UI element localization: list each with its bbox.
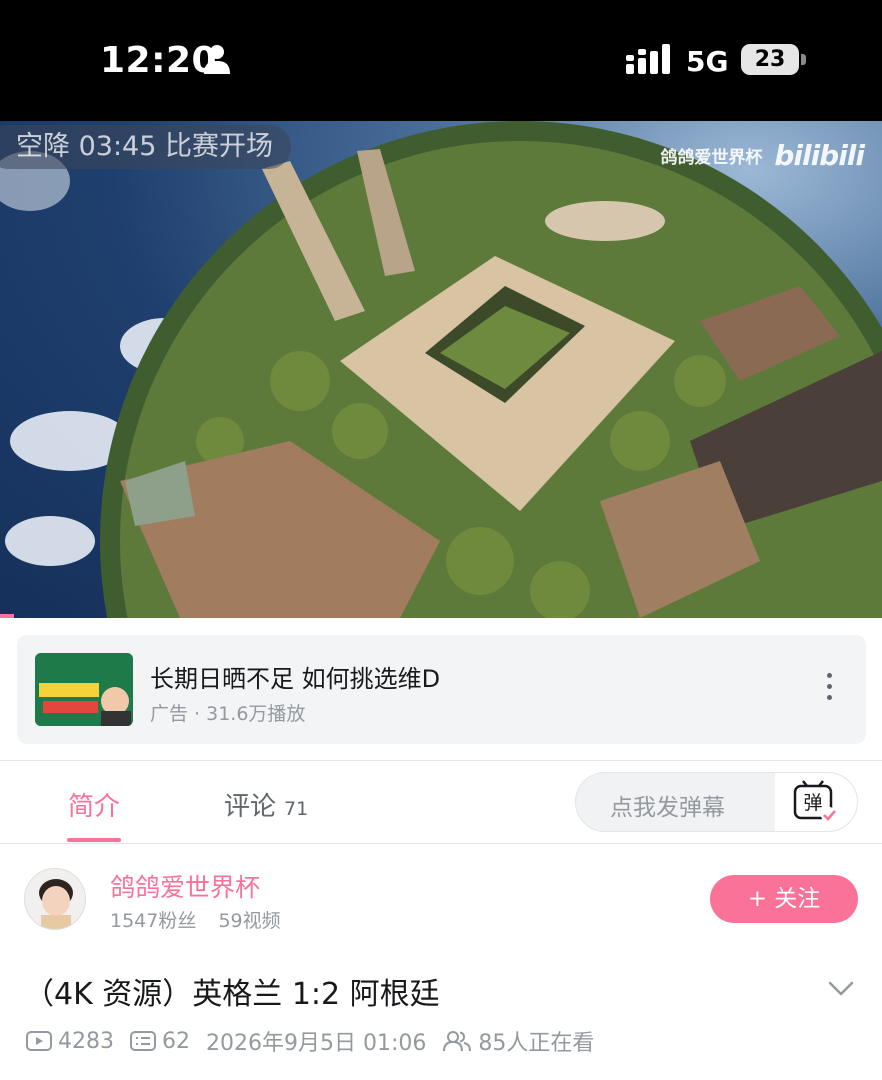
tab-comments[interactable]: 评论 71	[224, 786, 308, 823]
divider	[0, 760, 882, 761]
publish-date: 2026年9月5日 01:06	[206, 1031, 427, 1056]
danmaku-icon: 弹	[793, 780, 837, 823]
chevron-down-icon[interactable]	[828, 980, 854, 998]
ad-title: 长期日晒不足 如何挑选维D	[150, 665, 441, 693]
ad-thumbnail	[35, 653, 133, 726]
battery-icon: 23	[741, 44, 799, 75]
video-meta: 4283 62 2026年9月5日 01:06 85人正在看	[26, 1026, 594, 1056]
watching-people-icon	[443, 1031, 472, 1052]
jump-to-time-banner[interactable]: 空降 03:45 比赛开场	[0, 125, 291, 169]
danmaku-count: 62	[162, 1028, 190, 1054]
tab-intro[interactable]: 简介	[68, 786, 120, 823]
progress-bar[interactable]	[0, 614, 14, 618]
danmaku-count-icon	[130, 1031, 156, 1051]
uploader-name[interactable]: 鸽鸽爱世界杯	[110, 868, 260, 904]
tab-comments-label: 评论	[224, 792, 277, 822]
network-label: 5G	[686, 45, 729, 78]
follow-button[interactable]: + 关注	[710, 875, 858, 923]
watermark: 鸽鸽爱世界杯 bilibili	[660, 139, 865, 172]
status-time: 12:20	[100, 40, 218, 81]
ad-card[interactable]: 长期日晒不足 如何挑选维D 广告 · 31.6万播放	[17, 635, 866, 744]
active-tab-indicator	[67, 838, 121, 842]
view-count: 4283	[58, 1028, 114, 1054]
comment-count: 71	[284, 798, 309, 820]
video-title: （4K 资源）英格兰 1:2 阿根廷	[24, 977, 440, 1012]
uploader-stats: 1547粉丝 59视频	[110, 906, 281, 933]
more-options-icon[interactable]	[823, 673, 835, 705]
danmaku-placeholder: 点我发弹幕	[610, 795, 725, 821]
watching-count: 85人正在看	[478, 1031, 595, 1056]
divider	[0, 843, 882, 844]
video-count: 59视频	[218, 910, 281, 932]
video-player[interactable]: 空降 03:45 比赛开场 鸽鸽爱世界杯 bilibili	[0, 121, 882, 618]
jump-to-time-label: 空降 03:45 比赛开场	[16, 131, 273, 162]
video-frame-illustration	[0, 121, 882, 618]
svg-text:弹: 弹	[803, 792, 822, 814]
bilibili-logo: bilibili	[774, 139, 865, 172]
watermark-name: 鸽鸽爱世界杯	[660, 148, 763, 168]
uploader-avatar[interactable]	[24, 868, 86, 930]
battery-cap	[801, 54, 806, 65]
status-bar: 12:20 5G 23	[0, 0, 882, 121]
danmaku-input[interactable]: 点我发弹幕 弹	[575, 772, 858, 832]
danmaku-settings-button[interactable]: 弹	[775, 773, 857, 831]
fan-count: 1547粉丝	[110, 910, 197, 932]
ad-subtitle: 广告 · 31.6万播放	[150, 703, 306, 725]
tab-intro-label: 简介	[68, 792, 121, 822]
play-count-icon	[26, 1031, 52, 1051]
person-icon	[204, 45, 230, 74]
battery-level: 23	[754, 47, 786, 72]
signal-icon	[626, 44, 670, 74]
